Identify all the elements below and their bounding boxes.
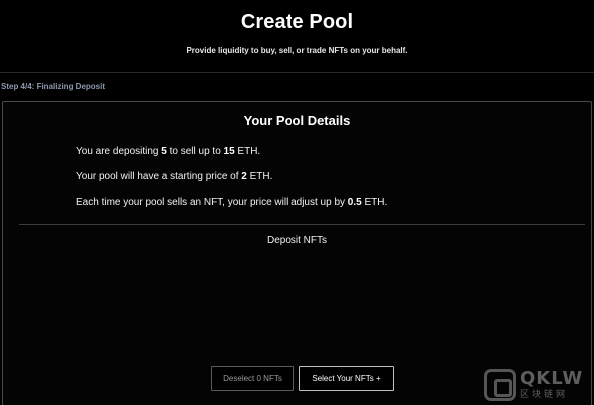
price-adjustment-suffix: ETH. [361, 197, 388, 208]
pool-details-title: Your Pool Details [243, 113, 351, 128]
deselect-nfts-button[interactable]: Deselect 0 NFTs [211, 366, 294, 391]
watermark-text: QKLW 区块链网 [520, 369, 583, 400]
deposit-summary-middle: to sell up to [166, 146, 224, 157]
deposit-summary-prefix: You are depositing [76, 146, 162, 157]
page-subtitle: Provide liquidity to buy, sell, or trade… [186, 46, 408, 55]
starting-price-line: Your pool will have a starting price of … [76, 171, 272, 182]
step-indicator: Step 4/4: Finalizing Deposit [1, 82, 106, 91]
price-adjustment-prefix: Each time your pool sells an NFT, your p… [76, 197, 348, 208]
details-divider [19, 224, 585, 225]
page-title: Create Pool [240, 11, 354, 33]
sell-up-to-amount: 15 [223, 146, 235, 157]
starting-price-prefix: Your pool will have a starting price of [76, 171, 242, 182]
deposit-summary-suffix: ETH. [234, 146, 261, 157]
deposit-nfts-heading: Deposit NFTs [266, 235, 327, 246]
header-divider [0, 72, 594, 73]
starting-price-suffix: ETH. [246, 171, 273, 182]
pool-details-card: Your Pool Details You are depositing 5 t… [2, 101, 592, 405]
price-adjustment-value: 0.5 [347, 197, 362, 208]
watermark-brand: QKLW [520, 368, 584, 389]
price-adjustment-line: Each time your pool sells an NFT, your p… [76, 197, 387, 208]
watermark-logo-icon [484, 368, 516, 401]
select-nfts-button[interactable]: Select Your NFTs + [299, 366, 394, 391]
watermark: QKLW 区块链网 [484, 364, 594, 405]
create-pool-page: Create Pool Provide liquidity to buy, se… [0, 0, 594, 405]
deposit-summary-line: You are depositing 5 to sell up to 15 ET… [76, 146, 260, 157]
watermark-subtitle: 区块链网 [520, 389, 569, 399]
